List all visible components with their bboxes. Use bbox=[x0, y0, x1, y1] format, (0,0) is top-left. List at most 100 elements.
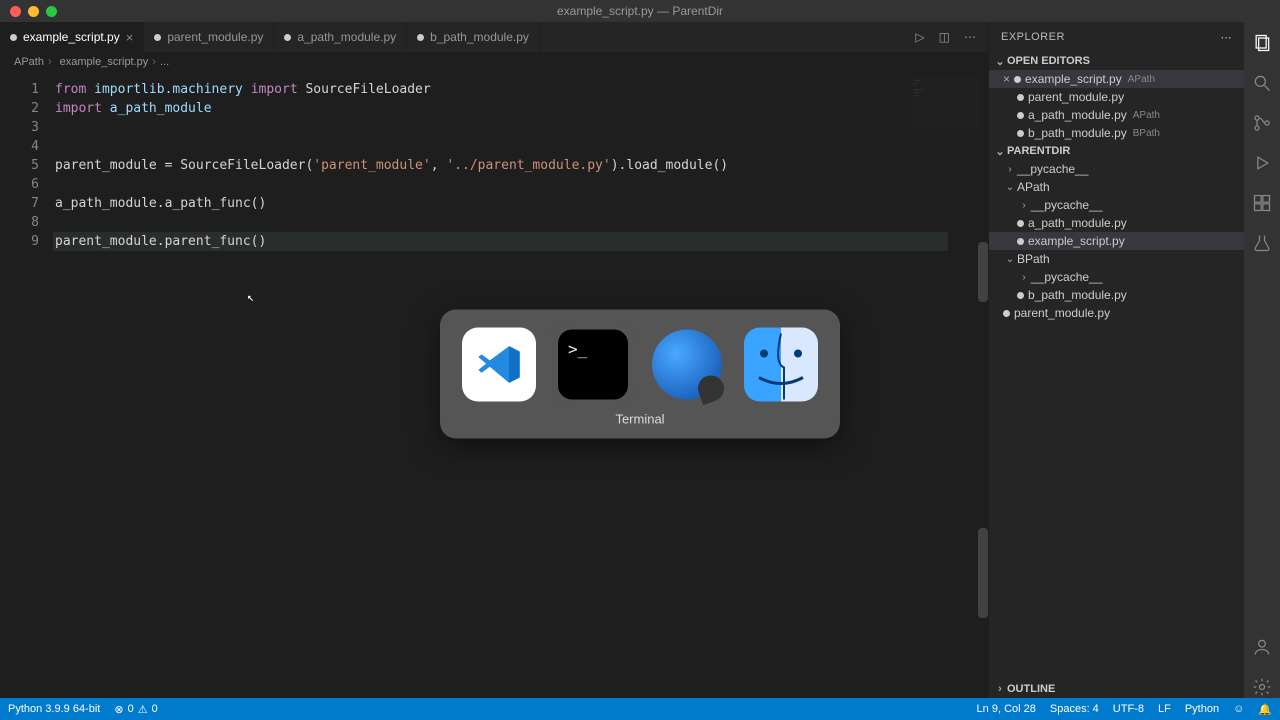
open-editors-label: OPEN EDITORS bbox=[1007, 55, 1090, 67]
extensions-icon[interactable] bbox=[1251, 192, 1273, 214]
file-label: a_path_module.py bbox=[1028, 216, 1127, 230]
more-icon[interactable]: ⋯ bbox=[964, 30, 976, 44]
more-icon[interactable]: ⋯ bbox=[1221, 31, 1233, 44]
open-editor-item[interactable]: × example_script.py APath bbox=[989, 70, 1244, 88]
error-icon: ⊗ bbox=[114, 703, 123, 716]
window-controls bbox=[0, 6, 57, 17]
tree-file[interactable]: b_path_module.py bbox=[989, 286, 1244, 304]
tab-parent-module[interactable]: parent_module.py bbox=[144, 22, 274, 52]
account-icon[interactable] bbox=[1251, 636, 1273, 658]
open-editor-item[interactable]: parent_module.py bbox=[989, 88, 1244, 106]
run-icon[interactable]: ▷ bbox=[915, 30, 924, 44]
status-feedback[interactable]: ☺ bbox=[1233, 703, 1244, 715]
debug-icon[interactable] bbox=[1251, 152, 1273, 174]
path-badge: APath bbox=[1128, 74, 1155, 85]
app-switcher: >_ Terminal bbox=[440, 310, 840, 439]
outline-section[interactable]: › OUTLINE bbox=[989, 680, 1244, 698]
status-problems[interactable]: ⊗0 ⚠0 bbox=[114, 703, 157, 716]
file-label: example_script.py bbox=[1028, 234, 1125, 248]
status-bar: Python 3.9.9 64-bit ⊗0 ⚠0 Ln 9, Col 28 S… bbox=[0, 698, 1280, 720]
app-vscode[interactable] bbox=[462, 328, 536, 402]
scrollbar-thumb[interactable] bbox=[978, 528, 988, 618]
breadcrumb[interactable]: APath › example_script.py › ... bbox=[0, 52, 988, 72]
minimize-window-button[interactable] bbox=[28, 6, 39, 17]
open-editors-section[interactable]: ⌄ OPEN EDITORS bbox=[989, 52, 1244, 70]
path-badge: APath bbox=[1133, 110, 1160, 121]
tab-bar: example_script.py × parent_module.py a_p… bbox=[0, 22, 988, 52]
search-icon[interactable] bbox=[1251, 72, 1273, 94]
folder-section[interactable]: ⌄ PARENTDIR bbox=[989, 142, 1244, 160]
open-editor-item[interactable]: b_path_module.py BPath bbox=[989, 124, 1244, 142]
status-python[interactable]: Python 3.9.9 64-bit bbox=[8, 703, 100, 715]
chevron-right-icon: › bbox=[48, 56, 52, 68]
terminal-icon: >_ bbox=[568, 340, 587, 359]
chevron-down-icon: ⌄ bbox=[1003, 254, 1017, 265]
close-window-button[interactable] bbox=[10, 6, 21, 17]
path-badge: BPath bbox=[1133, 128, 1160, 139]
tree-folder[interactable]: ›__pycache__ bbox=[989, 160, 1244, 178]
status-cursor-pos[interactable]: Ln 9, Col 28 bbox=[977, 703, 1036, 715]
close-icon[interactable]: × bbox=[126, 30, 134, 45]
app-finder[interactable] bbox=[744, 328, 818, 402]
file-label: a_path_module.py bbox=[1028, 108, 1127, 122]
tree-folder[interactable]: ›__pycache__ bbox=[989, 196, 1244, 214]
tree-folder[interactable]: ⌄BPath bbox=[989, 250, 1244, 268]
tree-folder[interactable]: ›__pycache__ bbox=[989, 268, 1244, 286]
app-quicktime[interactable] bbox=[650, 328, 724, 402]
folder-label: __pycache__ bbox=[1031, 270, 1102, 284]
chevron-down-icon: ⌄ bbox=[993, 145, 1007, 158]
split-editor-icon[interactable]: ◫ bbox=[939, 30, 950, 44]
modified-dot-icon bbox=[10, 34, 17, 41]
editor-actions: ▷ ◫ ⋯ bbox=[915, 22, 988, 52]
tree-file[interactable]: parent_module.py bbox=[989, 304, 1244, 322]
modified-dot-icon bbox=[1017, 130, 1024, 137]
quicktime-icon bbox=[652, 330, 722, 400]
chevron-right-icon: › bbox=[1017, 272, 1031, 283]
tab-label: b_path_module.py bbox=[430, 30, 529, 44]
file-label: example_script.py bbox=[1025, 72, 1122, 86]
file-tree: ›__pycache__ ⌄APath ›__pycache__ a_path_… bbox=[989, 160, 1244, 322]
tree-folder[interactable]: ⌄APath bbox=[989, 178, 1244, 196]
test-icon[interactable] bbox=[1251, 232, 1273, 254]
explorer-icon[interactable] bbox=[1251, 32, 1273, 54]
chevron-right-icon: › bbox=[152, 56, 156, 68]
chevron-right-icon: › bbox=[1017, 200, 1031, 211]
breadcrumb-folder: APath bbox=[14, 56, 44, 68]
status-language[interactable]: Python bbox=[1185, 703, 1219, 715]
status-eol[interactable]: LF bbox=[1158, 703, 1171, 715]
minimap[interactable]: ▬▬▬▬▬▬▬▬▬▬▬▬▬▬▬▬▬▬▬▬▬▬▬▬ bbox=[912, 78, 982, 128]
status-encoding[interactable]: UTF-8 bbox=[1113, 703, 1144, 715]
app-switcher-label: Terminal bbox=[615, 412, 664, 427]
zoom-window-button[interactable] bbox=[46, 6, 57, 17]
tree-file[interactable]: example_script.py bbox=[989, 232, 1244, 250]
open-editor-item[interactable]: a_path_module.py APath bbox=[989, 106, 1244, 124]
tab-b-path-module[interactable]: b_path_module.py bbox=[407, 22, 540, 52]
gear-icon[interactable] bbox=[1251, 676, 1273, 698]
explorer-title: EXPLORER bbox=[1001, 31, 1065, 43]
finder-icon bbox=[744, 328, 818, 402]
status-spaces[interactable]: Spaces: 4 bbox=[1050, 703, 1099, 715]
tab-a-path-module[interactable]: a_path_module.py bbox=[274, 22, 407, 52]
breadcrumb-file: example_script.py bbox=[60, 56, 149, 68]
file-label: parent_module.py bbox=[1014, 306, 1110, 320]
status-bell-icon[interactable]: 🔔 bbox=[1258, 703, 1272, 716]
file-label: b_path_module.py bbox=[1028, 288, 1127, 302]
modified-dot-icon bbox=[284, 34, 291, 41]
tree-file[interactable]: a_path_module.py bbox=[989, 214, 1244, 232]
explorer-header: EXPLORER ⋯ bbox=[989, 22, 1244, 52]
folder-label: APath bbox=[1017, 180, 1050, 194]
close-icon[interactable]: × bbox=[1003, 72, 1010, 86]
mouse-cursor-icon: ↖ bbox=[247, 290, 254, 304]
tab-label: example_script.py bbox=[23, 30, 120, 44]
modified-dot-icon bbox=[1017, 220, 1024, 227]
vscode-icon bbox=[476, 342, 522, 388]
app-terminal[interactable]: >_ bbox=[556, 328, 630, 402]
scrollbar-thumb[interactable] bbox=[978, 242, 988, 302]
folder-label: BPath bbox=[1017, 252, 1050, 266]
line-gutter: 123456789 bbox=[0, 72, 55, 698]
chevron-right-icon: › bbox=[1003, 164, 1017, 175]
tab-label: parent_module.py bbox=[167, 30, 263, 44]
tab-example-script[interactable]: example_script.py × bbox=[0, 22, 144, 52]
modified-dot-icon bbox=[1003, 310, 1010, 317]
source-control-icon[interactable] bbox=[1251, 112, 1273, 134]
